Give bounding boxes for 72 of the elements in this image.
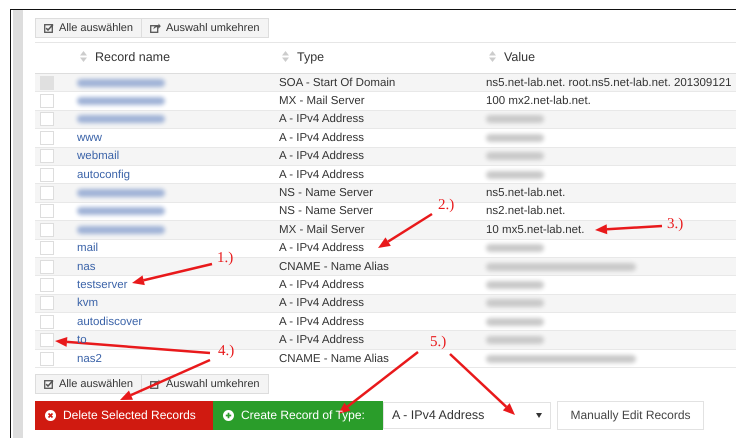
invert-selection-button[interactable]: Auswahl umkehren <box>141 374 269 394</box>
row-checkbox[interactable] <box>40 204 54 218</box>
table-cell: A - IPv4 Address <box>279 316 364 328</box>
table-cell: ns5.net-lab.net. <box>486 187 566 200</box>
manual-edit-button[interactable]: Manually Edit Records <box>557 400 704 430</box>
table-cell: A - IPv4 Address <box>279 278 364 291</box>
row-checkbox[interactable] <box>40 333 54 348</box>
row-checkbox[interactable] <box>40 241 54 256</box>
annotation-label: 3.) <box>667 216 684 233</box>
plus-icon <box>223 410 234 421</box>
table-cell: ns2.net-lab.net. <box>486 205 566 218</box>
row-checkbox[interactable] <box>40 94 54 108</box>
record-name-link[interactable]: autodiscover <box>77 316 142 328</box>
row-checkbox[interactable] <box>40 186 54 200</box>
annotation-arrow <box>595 224 662 234</box>
record-name-link[interactable]: nas <box>77 260 96 273</box>
caret-icon <box>536 412 542 418</box>
table-cell: MX - Mail Server <box>279 224 365 236</box>
row-checkbox[interactable] <box>40 130 54 145</box>
table-cell: A - IPv4 Address <box>279 242 364 254</box>
table-cell: A - IPv4 Address <box>279 168 364 181</box>
table-cell: 100 mx2.net-lab.net. <box>486 95 591 108</box>
row-checkbox[interactable] <box>40 352 54 366</box>
select-all-button[interactable]: Alle auswählen <box>35 374 142 394</box>
table-cell: NS - Name Server <box>279 205 373 218</box>
column-header[interactable]: Type <box>282 50 324 64</box>
sort-icon[interactable] <box>80 51 87 62</box>
table-cell: A - IPv4 Address <box>279 297 364 310</box>
table-cell: MX - Mail Server <box>279 95 365 108</box>
share-icon <box>150 23 161 33</box>
annotation-label: 5.) <box>430 334 446 351</box>
record-name-link[interactable]: kvm <box>77 297 98 310</box>
row-checkbox[interactable] <box>40 260 54 274</box>
table-cell: ns5.net-lab.net. root.ns5.net-lab.net. 201309121 <box>486 76 732 89</box>
checkbox-icon <box>44 23 54 33</box>
row-checkbox[interactable] <box>40 222 54 237</box>
share-icon <box>150 379 161 390</box>
annotation-arrow <box>378 212 433 248</box>
row-checkbox[interactable] <box>40 278 54 292</box>
table-cell: A - IPv4 Address <box>279 132 364 144</box>
create-record-button[interactable]: Create Record of Type: <box>213 400 383 430</box>
annotation-label: 4.) <box>218 343 234 360</box>
table-cell: NS - Name Server <box>279 187 373 200</box>
table-cell: 10 mx5.net-lab.net. <box>486 224 584 236</box>
table-cell: A - IPv4 Address <box>279 113 364 126</box>
row-checkbox[interactable] <box>40 296 54 310</box>
row-checkbox[interactable] <box>40 168 54 182</box>
select-all-button[interactable]: Alle auswählen <box>35 18 142 38</box>
table-cell: CNAME - Name Alias <box>279 352 389 365</box>
row-checkbox[interactable] <box>40 149 54 164</box>
row-checkbox[interactable] <box>40 112 54 126</box>
record-name-link[interactable]: testserver <box>77 278 128 291</box>
sort-icon[interactable] <box>282 51 289 62</box>
close-icon <box>45 410 56 421</box>
annotation-label: 1.) <box>217 250 234 267</box>
column-header[interactable]: Value <box>489 50 536 64</box>
table-cell: CNAME - Name Alias <box>279 260 389 273</box>
invert-selection-button[interactable]: Auswahl umkehren <box>141 18 269 38</box>
row-checkbox[interactable] <box>40 314 54 329</box>
record-name-link[interactable]: mail <box>77 242 98 254</box>
table-cell: A - IPv4 Address <box>279 334 364 346</box>
annotation-label: 2.) <box>438 197 454 214</box>
sort-icon[interactable] <box>489 51 496 62</box>
record-name-link[interactable]: webmail <box>77 150 120 162</box>
checkbox-icon <box>44 379 54 390</box>
delete-button[interactable]: Delete Selected Records <box>35 400 213 430</box>
column-header[interactable]: Record name <box>80 50 170 64</box>
table-cell: SOA - Start Of Domain <box>279 76 396 89</box>
record-name-link[interactable]: www <box>77 132 102 144</box>
table-cell: A - IPv4 Address <box>279 150 364 162</box>
record-name-link[interactable]: autoconfig <box>77 168 130 181</box>
record-name-link[interactable]: nas2 <box>77 352 102 365</box>
